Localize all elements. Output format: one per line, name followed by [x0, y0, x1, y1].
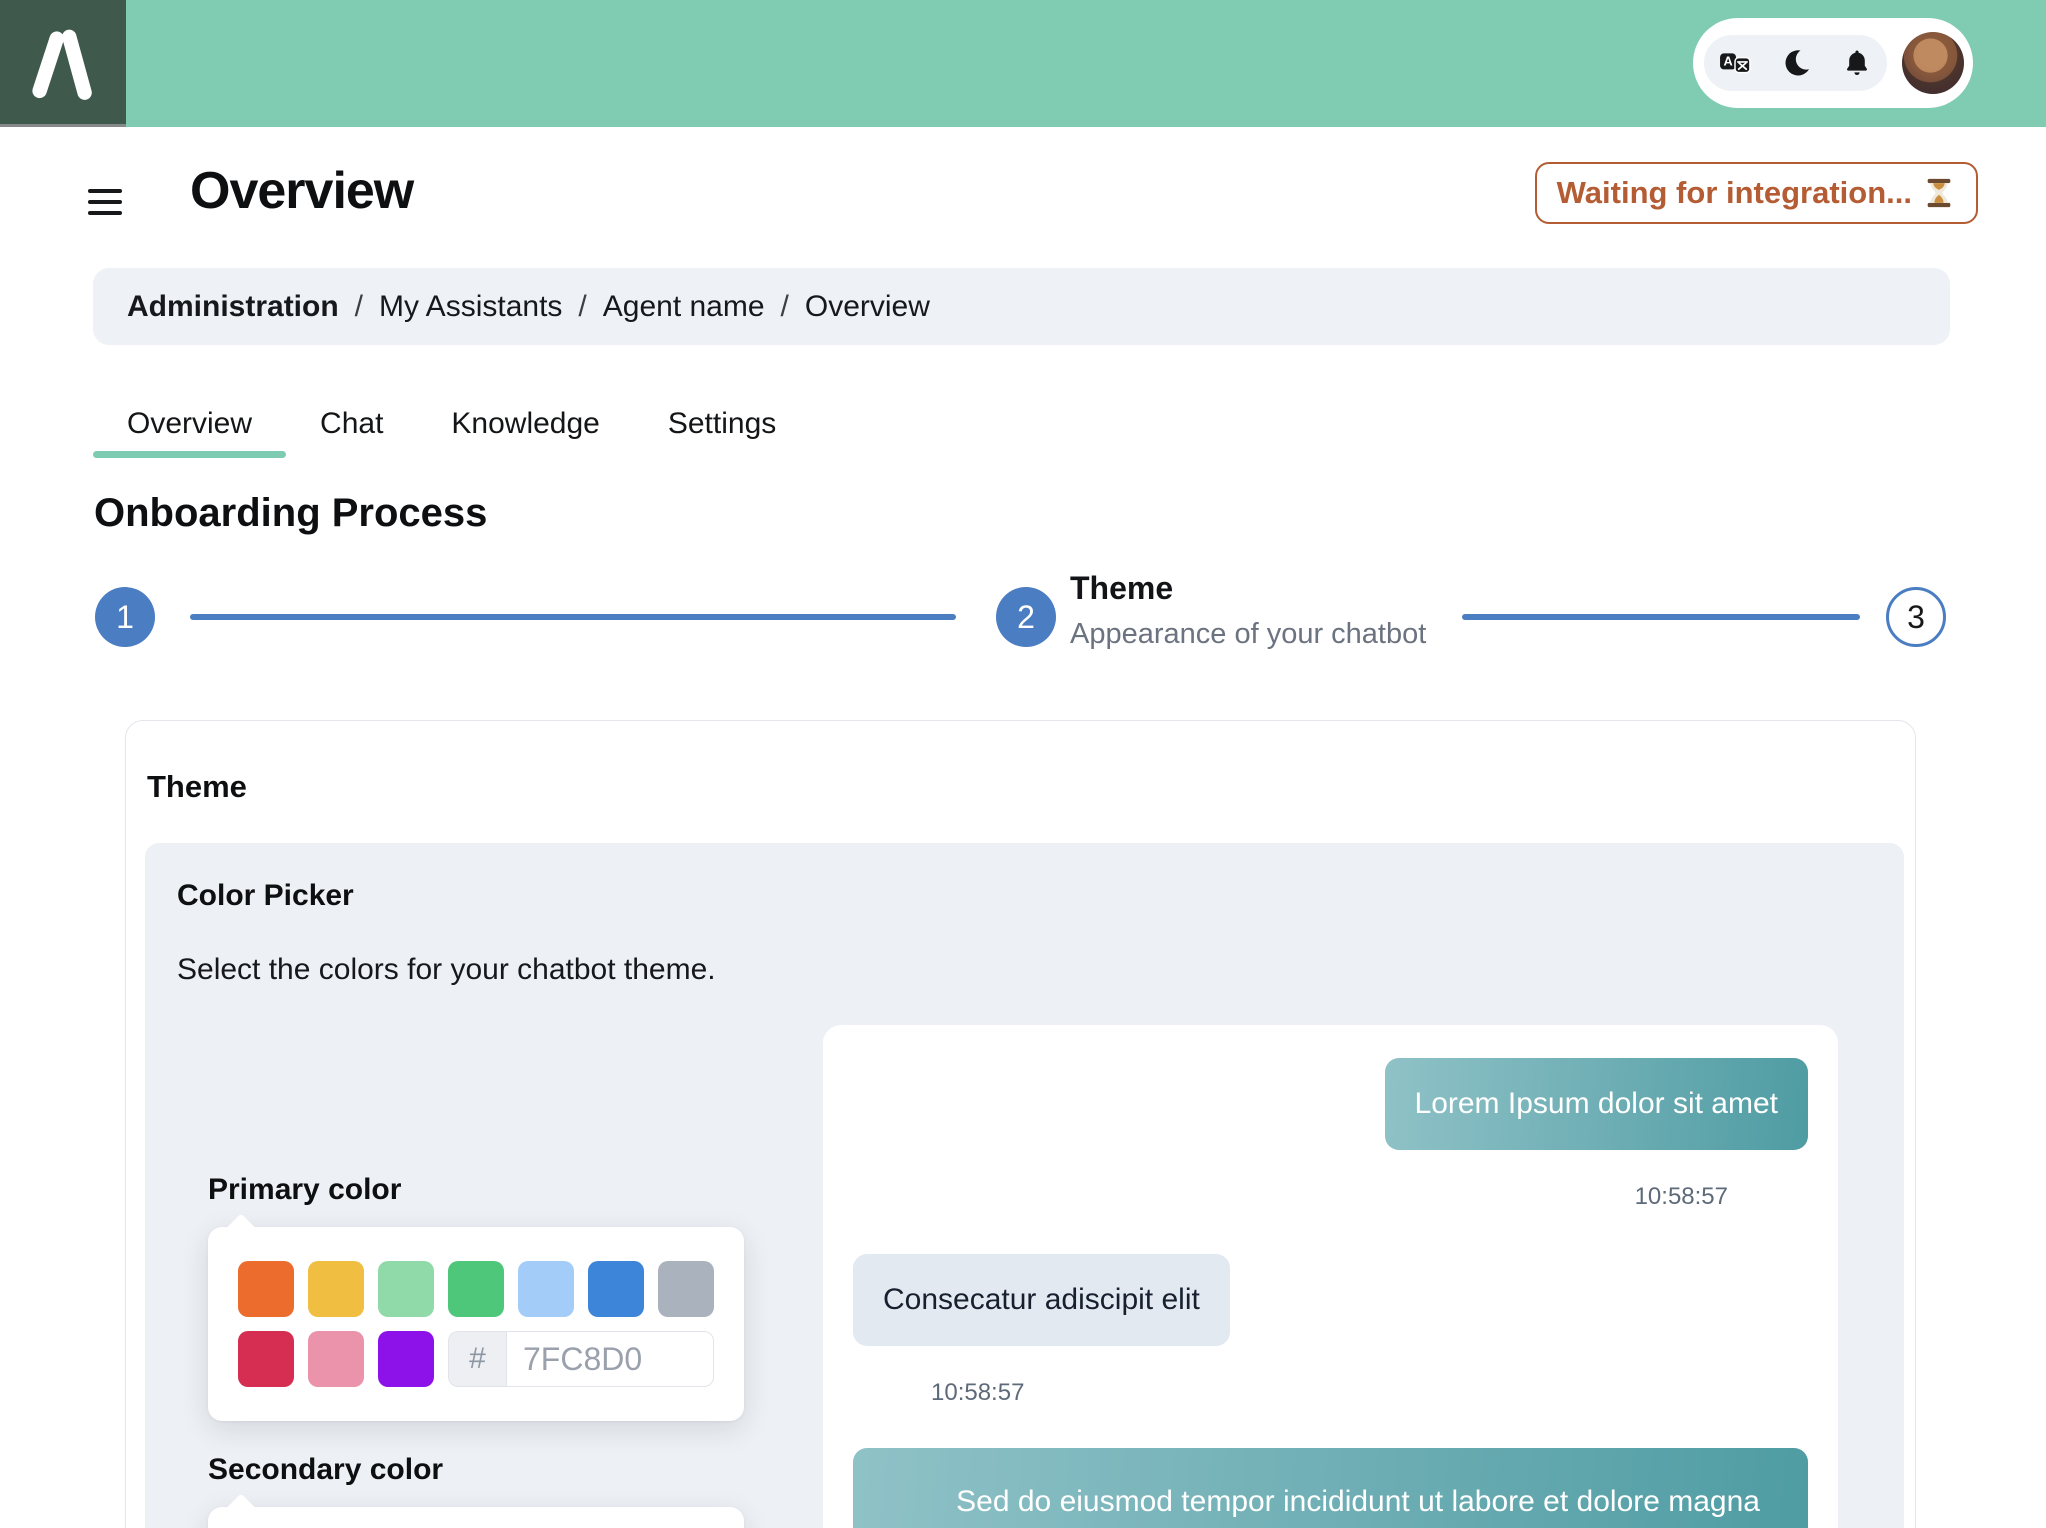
color-swatch-lightgreen[interactable] [378, 1261, 434, 1317]
menu-icon[interactable] [88, 189, 122, 215]
onboarding-heading: Onboarding Process [94, 491, 488, 535]
step-connector [1462, 614, 1860, 620]
primary-color-label: Primary color [208, 1173, 402, 1206]
app-logo[interactable] [0, 0, 126, 127]
hex-color-input[interactable] [506, 1331, 714, 1387]
tab-overview[interactable]: Overview [93, 390, 287, 458]
chat-timestamp: 10:58:57 [1634, 1183, 1728, 1210]
tab-bar: Overview Chat Knowledge Settings [93, 390, 810, 458]
tab-chat[interactable]: Chat [286, 390, 417, 458]
translate-icon[interactable]: A [1719, 47, 1751, 79]
integration-status-label: Waiting for integration... [1556, 175, 1912, 210]
page-title: Overview [190, 162, 414, 220]
color-swatch-pink[interactable] [308, 1331, 364, 1387]
color-picker-section: Color Picker Select the colors for your … [145, 843, 1904, 1528]
color-swatch-purple[interactable] [378, 1331, 434, 1387]
breadcrumb-separator: / [780, 289, 789, 323]
chat-timestamp: 10:58:57 [931, 1379, 1025, 1406]
breadcrumb-separator: / [354, 289, 364, 323]
logo-mark-icon [32, 29, 92, 100]
breadcrumb-overview[interactable]: Overview [805, 290, 930, 324]
chat-bubble-user: Lorem Ipsum dolor sit amet [1384, 1058, 1808, 1150]
header-icon-group: A [1704, 35, 1887, 91]
color-swatch-lightblue[interactable] [518, 1261, 574, 1317]
bell-icon[interactable] [1841, 47, 1873, 79]
color-picker-description: Select the colors for your chatbot theme… [177, 953, 716, 986]
step-connector [190, 614, 956, 620]
step-2-subtitle: Appearance of your chatbot [1070, 618, 1427, 650]
color-swatch-yellow[interactable] [308, 1261, 364, 1317]
tab-settings[interactable]: Settings [634, 390, 810, 458]
hex-prefix: # [448, 1331, 506, 1387]
hex-input-group: # [448, 1331, 714, 1387]
onboarding-stepper: 1 2 Theme Appearance of your chatbot 3 [94, 562, 1946, 687]
breadcrumb-separator: / [578, 289, 587, 323]
swatch-grid: # [238, 1261, 714, 1387]
color-swatch-orange[interactable] [238, 1261, 294, 1317]
screen: A Overview Waiting for integration... Ad… [0, 0, 2046, 1528]
svg-text:A: A [1723, 54, 1732, 69]
header-actions-pill: A [1693, 18, 1973, 108]
main-content: Overview Waiting for integration... Admi… [0, 127, 2046, 1528]
chat-preview-panel: Lorem Ipsum dolor sit amet 10:58:57 Cons… [823, 1025, 1838, 1528]
breadcrumb: Administration / My Assistants / Agent n… [93, 268, 1950, 345]
app-header: A [0, 0, 2046, 127]
tab-knowledge[interactable]: Knowledge [417, 390, 633, 458]
breadcrumb-agent-name[interactable]: Agent name [603, 290, 765, 324]
secondary-color-popup [208, 1493, 744, 1528]
theme-card: Theme Color Picker Select the colors for… [125, 720, 1916, 1528]
color-picker-heading: Color Picker [177, 879, 354, 912]
popup-caret [225, 1493, 257, 1525]
secondary-color-label: Secondary color [208, 1453, 444, 1486]
primary-color-popup: # [208, 1213, 744, 1421]
color-swatch-red[interactable] [238, 1331, 294, 1387]
moon-icon[interactable] [1780, 47, 1812, 79]
step-2-title: Theme [1070, 570, 1174, 606]
color-swatch-green[interactable] [448, 1261, 504, 1317]
breadcrumb-my-assistants[interactable]: My Assistants [379, 290, 562, 324]
popup-caret [225, 1213, 257, 1245]
color-swatch-gray[interactable] [658, 1261, 714, 1317]
step-2-circle[interactable]: 2 [996, 587, 1056, 647]
avatar[interactable] [1902, 32, 1964, 94]
chat-bubble-user: Sed do eiusmod tempor incididunt ut labo… [853, 1448, 1808, 1528]
step-1-circle[interactable]: 1 [95, 587, 155, 647]
chat-bubble-bot: Consecatur adiscipit elit [853, 1254, 1230, 1346]
theme-card-heading: Theme [147, 769, 247, 804]
integration-status-button[interactable]: Waiting for integration... [1534, 162, 1978, 224]
step-3-circle[interactable]: 3 [1886, 587, 1946, 647]
color-swatch-blue[interactable] [588, 1261, 644, 1317]
breadcrumb-administration[interactable]: Administration [127, 290, 339, 324]
hourglass-icon [1927, 178, 1951, 208]
